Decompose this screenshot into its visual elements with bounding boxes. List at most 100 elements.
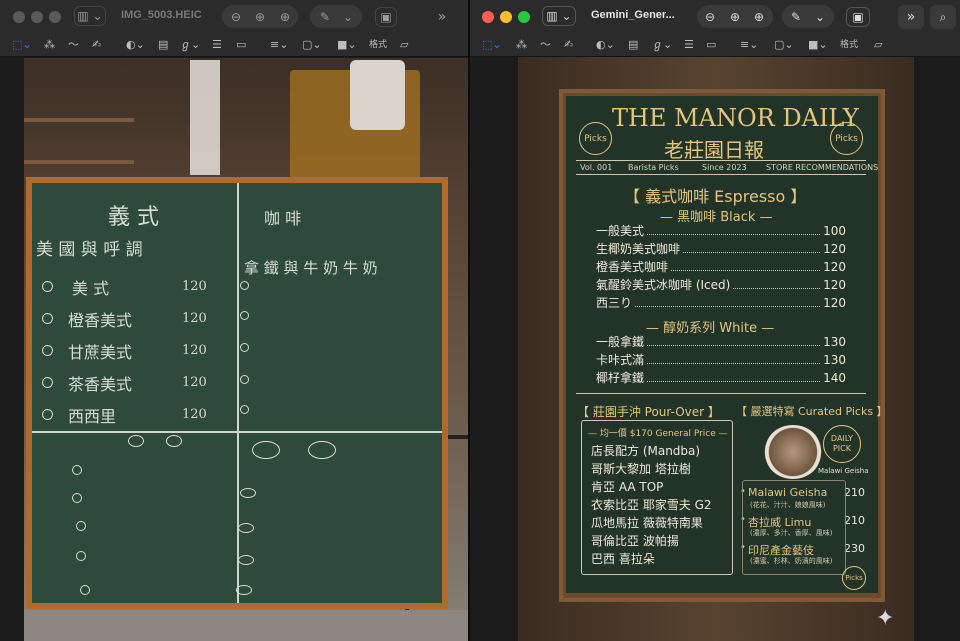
chevron-down-icon[interactable]: ⌄ <box>338 7 358 27</box>
crop-icon[interactable]: ▣ <box>375 7 397 27</box>
preview-window-left: ▥ ⌄ IMG_5003.HEIC ⊖ ⊕ ⊕ ✎ ⌄ ▣ » ⬚⌄ ⁂ 〜 ✍… <box>0 0 468 641</box>
menu-item-name: 椰杍拿鐵 <box>596 371 645 385</box>
shapes-icon[interactable]: ◐⌄ <box>126 38 145 52</box>
chalk-checkbox <box>240 375 249 384</box>
zoom-button[interactable] <box>518 11 530 23</box>
signature-icon[interactable]: ℊ⌄ <box>652 38 672 52</box>
chalk-checkbox <box>42 313 53 324</box>
chalk-checkbox <box>240 488 256 498</box>
menu-item-price: 130 <box>823 335 846 349</box>
chalk-checkbox <box>238 555 254 565</box>
menu-item-row: 氣醒鈴美式冰咖啡 (Iced) 120 <box>596 278 846 293</box>
line-style-icon[interactable]: ≡⌄ <box>740 38 758 52</box>
adjust-icon[interactable]: ☰ <box>684 38 694 52</box>
menu-item-price: 120 <box>823 278 846 292</box>
sketch-icon[interactable]: 〜 <box>68 38 79 52</box>
chalk-checkbox <box>240 343 249 352</box>
window-title: IMG_5003.HEIC <box>121 9 202 21</box>
chalk-item-name: 橙香美式 <box>68 311 133 330</box>
menu-item-name: 橙香美式咖啡 <box>596 260 669 274</box>
chalk-circle <box>128 435 144 447</box>
image-description-icon[interactable]: ▭ <box>236 38 246 52</box>
leader-dots <box>647 224 821 235</box>
sparkle-icon: ✦ <box>876 606 895 631</box>
zoom-out-icon[interactable]: ⊖ <box>700 7 720 27</box>
white-heading: — 醇奶系列 White — <box>646 321 775 336</box>
zoom-out-icon[interactable]: ⊖ <box>226 7 246 27</box>
menu-info-since: Since 2023 <box>702 163 747 172</box>
zoom-in-icon[interactable]: ⊕ <box>725 7 745 27</box>
magic-select-icon[interactable]: ⁂ <box>44 38 55 52</box>
selection-tool-icon[interactable]: ⬚⌄ <box>482 38 502 52</box>
title-bar: ▥ ⌄ IMG_5003.HEIC ⊖ ⊕ ⊕ ✎ ⌄ ▣ » <box>0 0 468 33</box>
section-divider <box>576 393 866 394</box>
menu-item-name: 卡咔式滿 <box>596 353 645 367</box>
shapes-icon[interactable]: ◐⌄ <box>596 38 615 52</box>
markup-pen-icon[interactable]: ✎ <box>314 7 336 27</box>
title-bar: ▥ ⌄ Gemini_Gener... ⊖ ⊕ ⊕ ✎ ⌄ ▣ » ⌕ <box>470 0 960 33</box>
menu-item-row: 一般拿鐵 130 <box>596 335 846 350</box>
zoom-fit-icon[interactable]: ⊕ <box>749 7 769 27</box>
zoom-fit-icon[interactable]: ⊕ <box>275 7 295 27</box>
image-description-icon[interactable]: ▭ <box>706 38 716 52</box>
menu-item-price: 100 <box>823 224 846 238</box>
chalk-item-price: 120 <box>182 279 207 294</box>
chalk-item-name: 美 式 <box>72 279 110 298</box>
menu-title-en: THE MANOR DAILY <box>612 104 859 132</box>
chalk-subheading-right: 拿 鐵 與 牛 奶 牛 奶 <box>244 259 378 277</box>
shelf <box>24 118 134 122</box>
towel <box>190 60 220 175</box>
fill-color-icon[interactable]: ■⌄ <box>337 38 357 52</box>
daily-pick-badge: DAILY PICK <box>823 425 861 463</box>
note-icon[interactable]: ▱ <box>874 38 882 52</box>
markup-pen-icon[interactable]: ✎ <box>785 7 807 27</box>
chevron-down-icon[interactable]: ⌄ <box>810 7 830 27</box>
pourover-price: — 均一價 $170 General Price — <box>588 429 728 439</box>
pourover-item: 哥斯大黎加 塔拉樹 <box>591 462 691 476</box>
draw-icon[interactable]: ✍ <box>564 38 573 52</box>
adjust-icon[interactable]: ☰ <box>212 38 222 52</box>
chalk-subheading-left: 美 國 與 呼 調 <box>36 240 143 260</box>
magic-select-icon[interactable]: ⁂ <box>516 38 527 52</box>
format-menu[interactable]: 格式 <box>369 38 387 52</box>
zoom-button[interactable] <box>49 11 61 23</box>
more-icon[interactable]: » <box>898 5 924 29</box>
close-button[interactable] <box>13 11 25 23</box>
floor <box>24 610 468 641</box>
picks-badge-left: Picks <box>579 122 612 155</box>
crop-icon[interactable]: ▣ <box>846 7 870 27</box>
text-box-icon[interactable]: ▤ <box>628 38 638 52</box>
line-style-icon[interactable]: ≡⌄ <box>270 38 288 52</box>
search-icon[interactable]: ⌕ <box>930 5 956 29</box>
leader-dots <box>683 242 821 253</box>
border-color-icon[interactable]: ▢⌄ <box>774 38 794 52</box>
minimize-button[interactable] <box>500 11 512 23</box>
daily-pick-caption: Malawi Geisha <box>818 467 869 475</box>
zoom-in-icon[interactable]: ⊕ <box>250 7 270 27</box>
menu-item-name: 氣醒鈴美式冰咖啡 (Iced) <box>596 278 731 292</box>
chalk-checkbox <box>42 345 53 356</box>
fill-color-icon[interactable]: ■⌄ <box>808 38 828 52</box>
note-icon[interactable]: ▱ <box>400 38 408 52</box>
chalk-checkbox <box>42 281 53 292</box>
sketch-icon[interactable]: 〜 <box>540 38 551 52</box>
minimize-button[interactable] <box>31 11 43 23</box>
leader-dots <box>733 278 821 289</box>
format-menu[interactable]: 格式 <box>840 38 858 52</box>
border-color-icon[interactable]: ▢⌄ <box>302 38 322 52</box>
selection-tool-icon[interactable]: ⬚⌄ <box>12 38 32 52</box>
leader-dots <box>647 335 821 346</box>
text-box-icon[interactable]: ▤ <box>158 38 168 52</box>
sidebar-icon[interactable]: ▥ ⌄ <box>74 6 106 26</box>
signature-icon[interactable]: ℊ⌄ <box>180 38 200 52</box>
menu-item-name: 一般美式 <box>596 224 645 238</box>
sidebar-icon[interactable]: ▥ ⌄ <box>542 6 576 26</box>
chalk-circle <box>308 441 336 459</box>
menu-info-store: STORE RECOMMENDATIONS <box>766 163 879 172</box>
menu-info-volume: Vol. 001 <box>580 163 613 172</box>
close-button[interactable] <box>482 11 494 23</box>
draw-icon[interactable]: ✍ <box>92 38 101 52</box>
more-icon[interactable]: » <box>430 6 454 28</box>
chalk-item-name: 甘蔗美式 <box>68 343 133 362</box>
grinder-hopper <box>350 60 405 130</box>
